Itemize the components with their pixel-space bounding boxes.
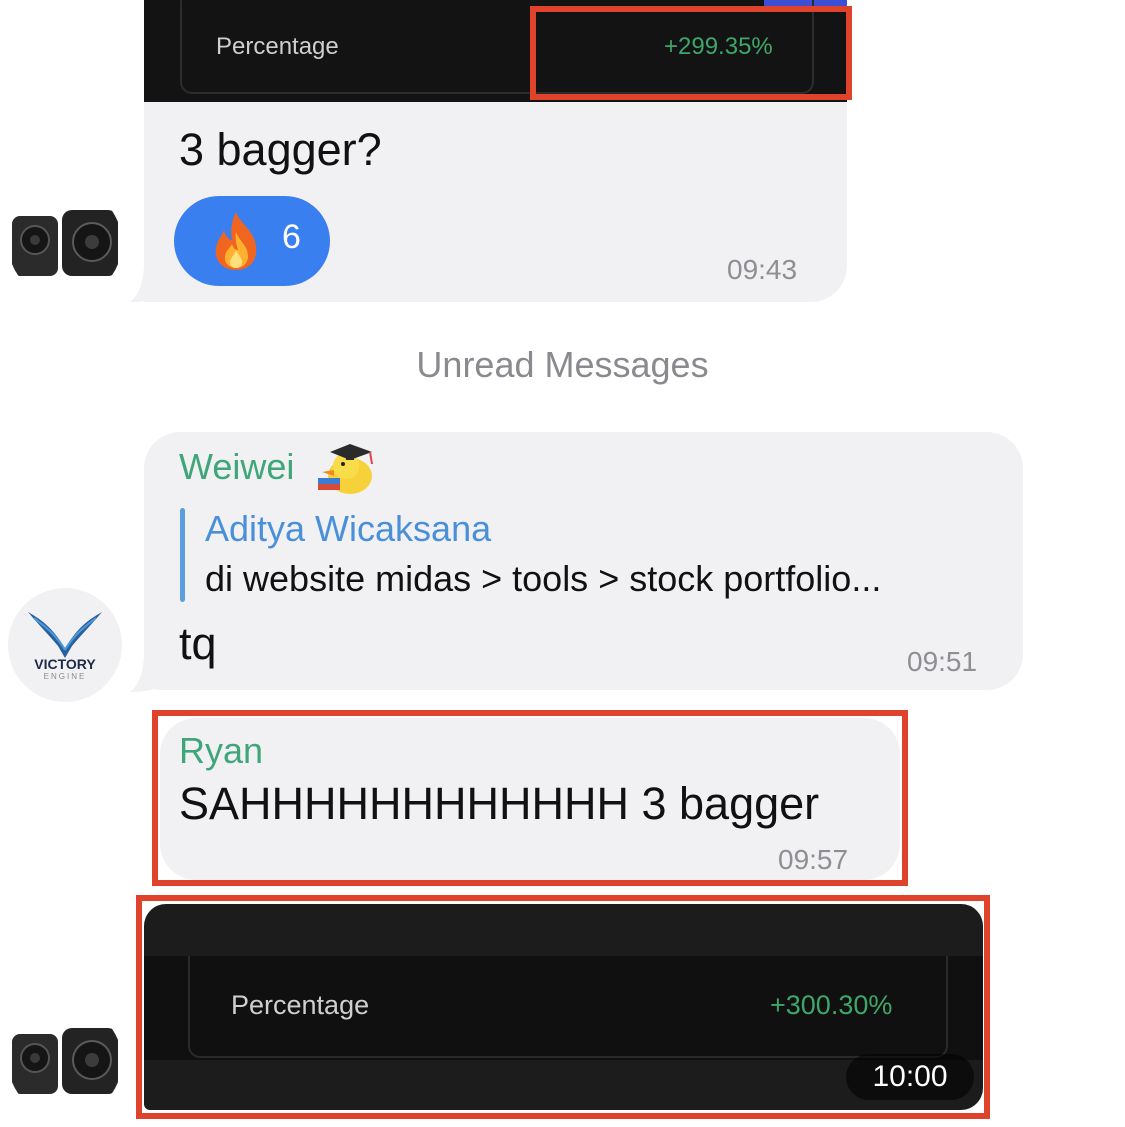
reaction-count: 6 <box>282 218 301 256</box>
speaker-avatar-icon[interactable] <box>8 1004 122 1118</box>
reply-quote-bar <box>180 508 185 602</box>
logo-name: VICTORY <box>34 656 96 672</box>
graduation-duck-icon <box>318 444 373 494</box>
message-time: 09:51 <box>907 646 978 677</box>
reply-preview-text[interactable]: di website midas > tools > stock portfol… <box>205 558 881 600</box>
reaction-chip[interactable]: 6 <box>174 196 330 286</box>
bubble-tail <box>130 262 170 302</box>
message-text: 3 bagger? <box>179 124 382 175</box>
speaker-avatar-icon[interactable] <box>8 186 122 300</box>
percentage-value: +299.35% <box>664 33 773 60</box>
unread-messages-divider: Unread Messages <box>416 344 709 385</box>
logo-subtitle: ENGINE <box>43 672 87 681</box>
message-time: 09:43 <box>727 254 798 285</box>
message-time: 09:57 <box>778 844 849 875</box>
fire-icon <box>215 212 257 270</box>
percentage-label: Percentage <box>216 33 339 60</box>
portfolio-screenshot-top[interactable]: Percentage +299.35% <box>144 0 847 102</box>
bubble-tail <box>130 652 170 692</box>
victory-engine-logo[interactable]: VICTORY ENGINE <box>8 588 122 702</box>
sender-name[interactable]: Weiwei <box>179 446 294 488</box>
chat-screen: Percentage +299.35% 3 bagger? 6 09:43 Un… <box>0 0 1125 1127</box>
percentage-value: +300.30% <box>770 990 893 1020</box>
sender-name[interactable]: Ryan <box>179 730 263 772</box>
image-time-badge: 10:00 <box>846 1054 974 1100</box>
message-text: SAHHHHHHHHHHHH 3 bagger <box>179 778 820 829</box>
percentage-label: Percentage <box>231 990 370 1020</box>
message-text: tq <box>179 618 217 669</box>
reply-author[interactable]: Aditya Wicaksana <box>205 508 491 550</box>
